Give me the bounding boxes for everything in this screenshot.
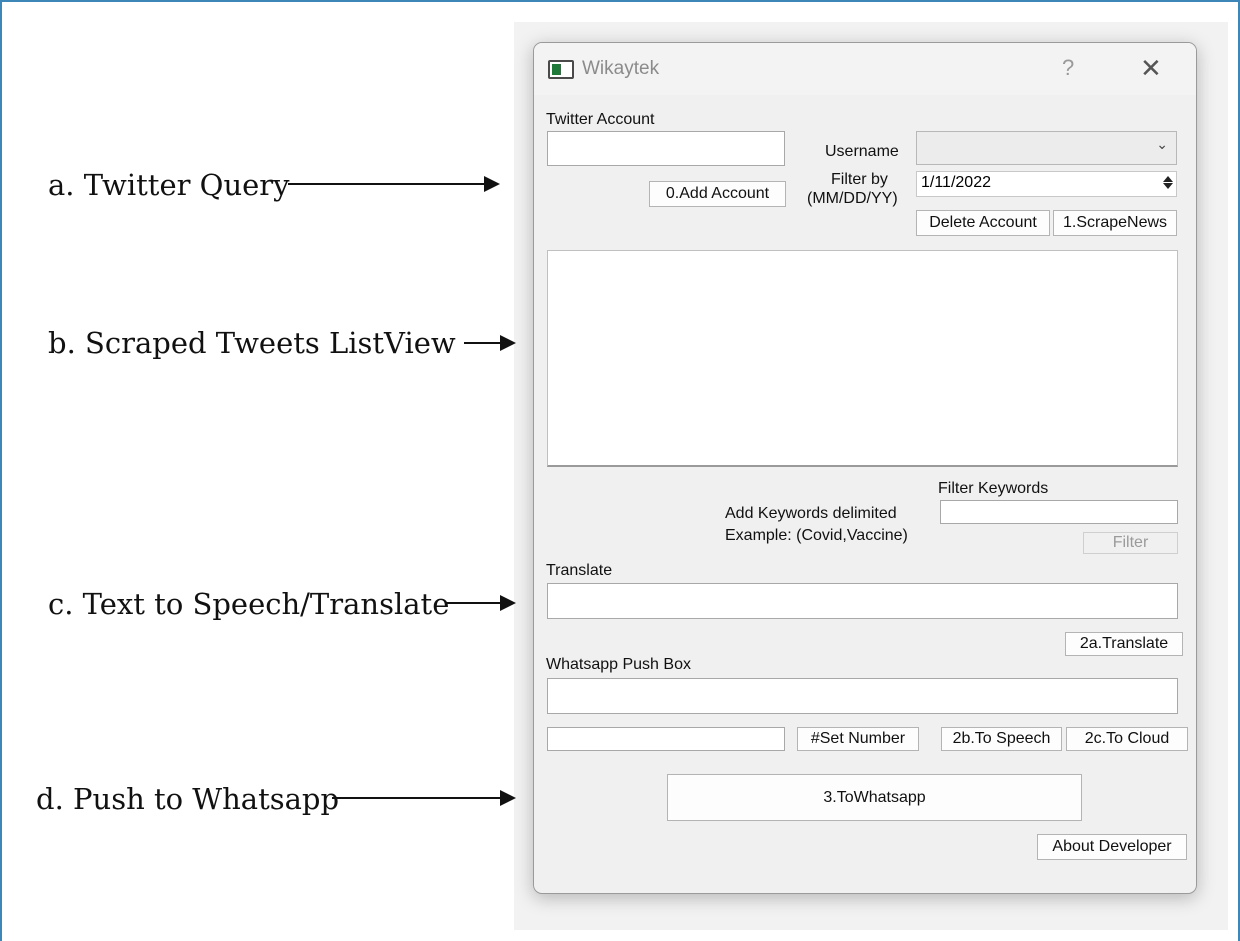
- whatsapp-push-label: Whatsapp Push Box: [546, 656, 691, 673]
- whatsapp-message-input[interactable]: [547, 678, 1178, 714]
- arrow-icon: [332, 790, 516, 806]
- arrow-icon: [464, 335, 516, 351]
- annotation-push-whatsapp: d. Push to Whatsapp: [36, 782, 340, 816]
- to-whatsapp-button[interactable]: 3.ToWhatsapp: [667, 774, 1082, 821]
- date-format-label: (MM/DD/YY): [807, 190, 898, 207]
- phone-number-input[interactable]: [547, 727, 785, 751]
- filter-hint-line1: Add Keywords delimited: [725, 505, 897, 522]
- translate-button[interactable]: 2a.Translate: [1065, 632, 1183, 656]
- twitter-account-label: Twitter Account: [546, 111, 655, 128]
- username-dropdown[interactable]: ⌄: [916, 131, 1177, 165]
- username-label: Username: [825, 143, 899, 160]
- app-window-icon: [548, 60, 574, 79]
- add-account-button[interactable]: 0.Add Account: [649, 181, 786, 207]
- scrape-news-button[interactable]: 1.ScrapeNews: [1053, 210, 1177, 236]
- date-value: 1/11/2022: [921, 174, 991, 191]
- set-number-button[interactable]: #Set Number: [797, 727, 919, 751]
- arrow-icon: [288, 176, 500, 192]
- window-title: Wikaytek: [582, 58, 660, 79]
- about-developer-button[interactable]: About Developer: [1037, 834, 1187, 860]
- title-bar[interactable]: Wikaytek ? ✕: [534, 43, 1196, 95]
- filter-keywords-title: Filter Keywords: [938, 480, 1049, 497]
- annotation-text-to-speech: c. Text to Speech/Translate: [48, 587, 450, 621]
- filter-by-label: Filter by: [831, 171, 888, 188]
- translate-input[interactable]: [547, 583, 1178, 619]
- translate-label: Translate: [546, 562, 613, 579]
- spin-arrows-icon[interactable]: [1162, 175, 1174, 193]
- to-speech-button[interactable]: 2b.To Speech: [941, 727, 1062, 751]
- frame-border-left: [0, 0, 2, 941]
- close-icon[interactable]: ✕: [1140, 53, 1162, 84]
- annotation-twitter-query: a. Twitter Query: [48, 168, 290, 202]
- chevron-down-icon: ⌄: [1156, 137, 1168, 153]
- arrow-icon: [446, 595, 516, 611]
- scraped-tweets-listview[interactable]: [547, 250, 1178, 467]
- twitter-account-input[interactable]: [547, 131, 785, 166]
- frame-border-top: [0, 0, 1240, 2]
- delete-account-button[interactable]: Delete Account: [916, 210, 1050, 236]
- to-cloud-button[interactable]: 2c.To Cloud: [1066, 727, 1188, 751]
- annotation-scraped-tweets: b. Scraped Tweets ListView: [48, 326, 456, 360]
- filter-button[interactable]: Filter: [1083, 532, 1178, 554]
- keywords-input[interactable]: [940, 500, 1178, 524]
- date-spinbox[interactable]: 1/11/2022: [916, 171, 1177, 197]
- filter-hint-line2: Example: (Covid,Vaccine): [725, 527, 908, 544]
- app-window: Wikaytek ? ✕ Twitter Account 0.Add Accou…: [533, 42, 1197, 894]
- help-button[interactable]: ?: [1062, 55, 1074, 81]
